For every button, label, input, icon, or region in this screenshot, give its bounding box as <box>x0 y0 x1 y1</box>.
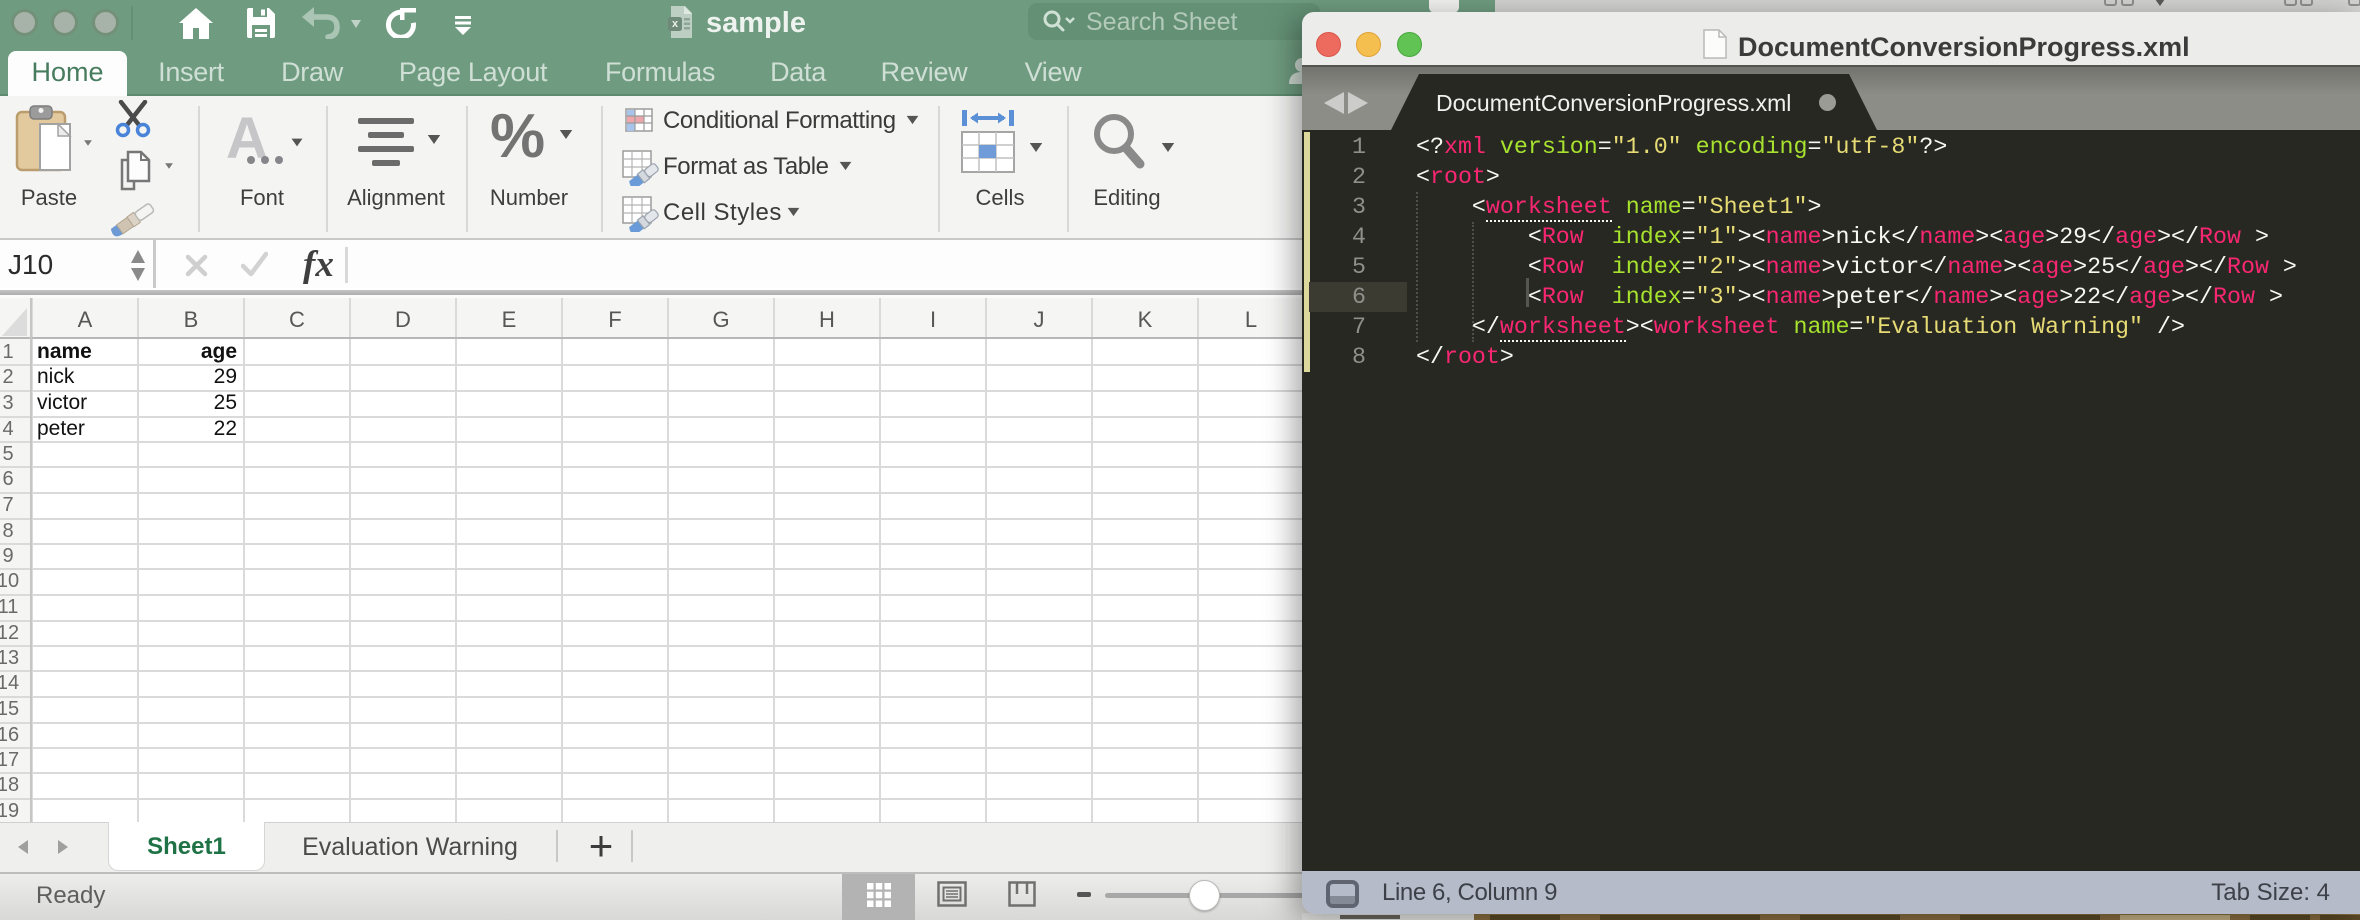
svg-text:x: x <box>672 18 679 30</box>
